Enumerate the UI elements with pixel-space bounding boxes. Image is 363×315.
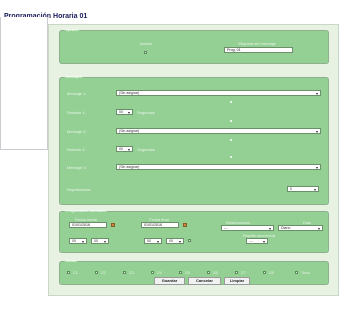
general-section: Ajustes: [59, 28, 329, 64]
message2-value: (Sin asignar): [119, 129, 140, 133]
zone-label-z3: Z3: [129, 270, 134, 275]
separator-dot: [230, 101, 232, 103]
zone-checkbox-all[interactable]: [295, 271, 298, 274]
save-button[interactable]: Guardar: [154, 277, 185, 285]
end-minute-select[interactable]: 00: [166, 238, 184, 244]
message-tag-input[interactable]: Prog. 01: [224, 47, 293, 53]
message3-select[interactable]: (Sin asignar): [116, 164, 321, 170]
chevron-down-icon: [104, 240, 106, 243]
zone-checkbox-z2[interactable]: [95, 271, 98, 274]
chevron-down-icon: [128, 148, 130, 151]
delay2-label: Retardo 2:: [67, 147, 86, 152]
start-hour-select[interactable]: 00: [69, 238, 87, 244]
start-minute-value: 00: [94, 239, 98, 243]
repeat-label: Repeticiones:: [67, 187, 92, 192]
zone-label-z5: Z5: [185, 270, 190, 275]
chevron-down-icon: [263, 240, 265, 243]
message1-select[interactable]: (Sin asignar): [116, 90, 321, 96]
chevron-down-icon: [269, 227, 271, 230]
calendar-icon[interactable]: [111, 223, 115, 227]
start-minute-select[interactable]: 00: [91, 238, 109, 244]
zone-label-z8: Z8: [269, 270, 274, 275]
days-select[interactable]: Diario: [278, 225, 323, 231]
zone-checkbox-z7[interactable]: [235, 271, 238, 274]
cancel-button[interactable]: Cancelar: [188, 277, 221, 285]
zone-label-z6: Z6: [213, 270, 218, 275]
delay2-value: 00: [119, 147, 123, 151]
message2-select[interactable]: (Sin asignar): [116, 128, 321, 134]
end-minute-value: 00: [169, 239, 173, 243]
chevron-down-icon: [128, 111, 130, 114]
start-date-input[interactable]: 01/01/2016: [69, 222, 107, 228]
message-tag-label: Etiqueta del mensaje: [238, 41, 276, 46]
left-sidebar-panel: [0, 17, 48, 150]
activate-label: Activar: [139, 41, 153, 46]
zone-checkbox-z6[interactable]: [207, 271, 210, 274]
days-value: Diario: [281, 226, 291, 230]
start-hour-value: 00: [72, 239, 76, 243]
zone-checkbox-z8[interactable]: [263, 271, 266, 274]
zone-label-z4: Z4: [157, 270, 162, 275]
delay2-select[interactable]: 00: [116, 146, 133, 152]
message1-label: Mensaje 1:: [67, 91, 87, 96]
activate-checkbox[interactable]: [144, 51, 147, 54]
separator-dot: [230, 139, 232, 141]
delay1-select[interactable]: 00: [116, 109, 133, 115]
calendar-section: Programación calendario: [59, 209, 329, 253]
message1-value: (Sin asignar): [119, 91, 140, 95]
message2-label: Mensaje 2:: [67, 129, 87, 134]
zone-label-all: Todo: [301, 270, 310, 275]
clear-button[interactable]: Limpiar: [224, 277, 250, 285]
schedule-form-panel: Ajustes Activar Etiqueta del mensaje Pro…: [48, 24, 339, 296]
chevron-down-icon: [82, 240, 84, 243]
delay1-value: 00: [119, 110, 123, 114]
messages-legend: Mensajes: [66, 75, 82, 79]
message3-value: (Sin asignar): [119, 165, 140, 169]
chevron-down-icon: [179, 240, 181, 243]
zones-legend: Zonas: [66, 259, 76, 263]
zone-label-z2: Z2: [101, 270, 106, 275]
repeat-value: 0: [290, 187, 292, 191]
repeat-select[interactable]: 0: [287, 186, 319, 192]
end-hour-value: 00: [147, 239, 151, 243]
restrictions-value: ---: [224, 226, 228, 230]
delay1-unit: Segundos: [137, 110, 156, 115]
chevron-down-icon: [318, 227, 320, 230]
delay1-label: Retardo 1:: [67, 110, 86, 115]
zone-checkbox-z3[interactable]: [123, 271, 126, 274]
message3-label: Mensaje 3:: [67, 165, 87, 170]
chevron-down-icon: [157, 240, 159, 243]
chevron-down-icon: [316, 130, 318, 133]
general-legend: Ajustes: [66, 28, 78, 32]
zone-checkbox-z5[interactable]: [179, 271, 182, 274]
restrictions-select[interactable]: ---: [221, 225, 274, 231]
end-time-checkbox[interactable]: [188, 239, 191, 242]
zone-label-z7: Z7: [241, 270, 246, 275]
zone-checkbox-z4[interactable]: [151, 271, 154, 274]
calendar-legend: Programación calendario: [66, 209, 106, 213]
sequential-select[interactable]: ---: [246, 238, 268, 244]
chevron-down-icon: [316, 166, 318, 169]
end-date-input[interactable]: 01/01/2016: [141, 222, 179, 228]
separator-dot: [230, 120, 232, 122]
chevron-down-icon: [316, 92, 318, 95]
calendar-icon[interactable]: [183, 223, 187, 227]
chevron-down-icon: [314, 188, 316, 191]
zone-checkbox-z1[interactable]: [67, 271, 70, 274]
delay2-unit: Segundos: [137, 147, 156, 152]
separator-dot: [230, 156, 232, 158]
zone-label-z1: Z1: [73, 270, 78, 275]
sequential-value: ---: [249, 239, 253, 243]
end-hour-select[interactable]: 00: [144, 238, 162, 244]
